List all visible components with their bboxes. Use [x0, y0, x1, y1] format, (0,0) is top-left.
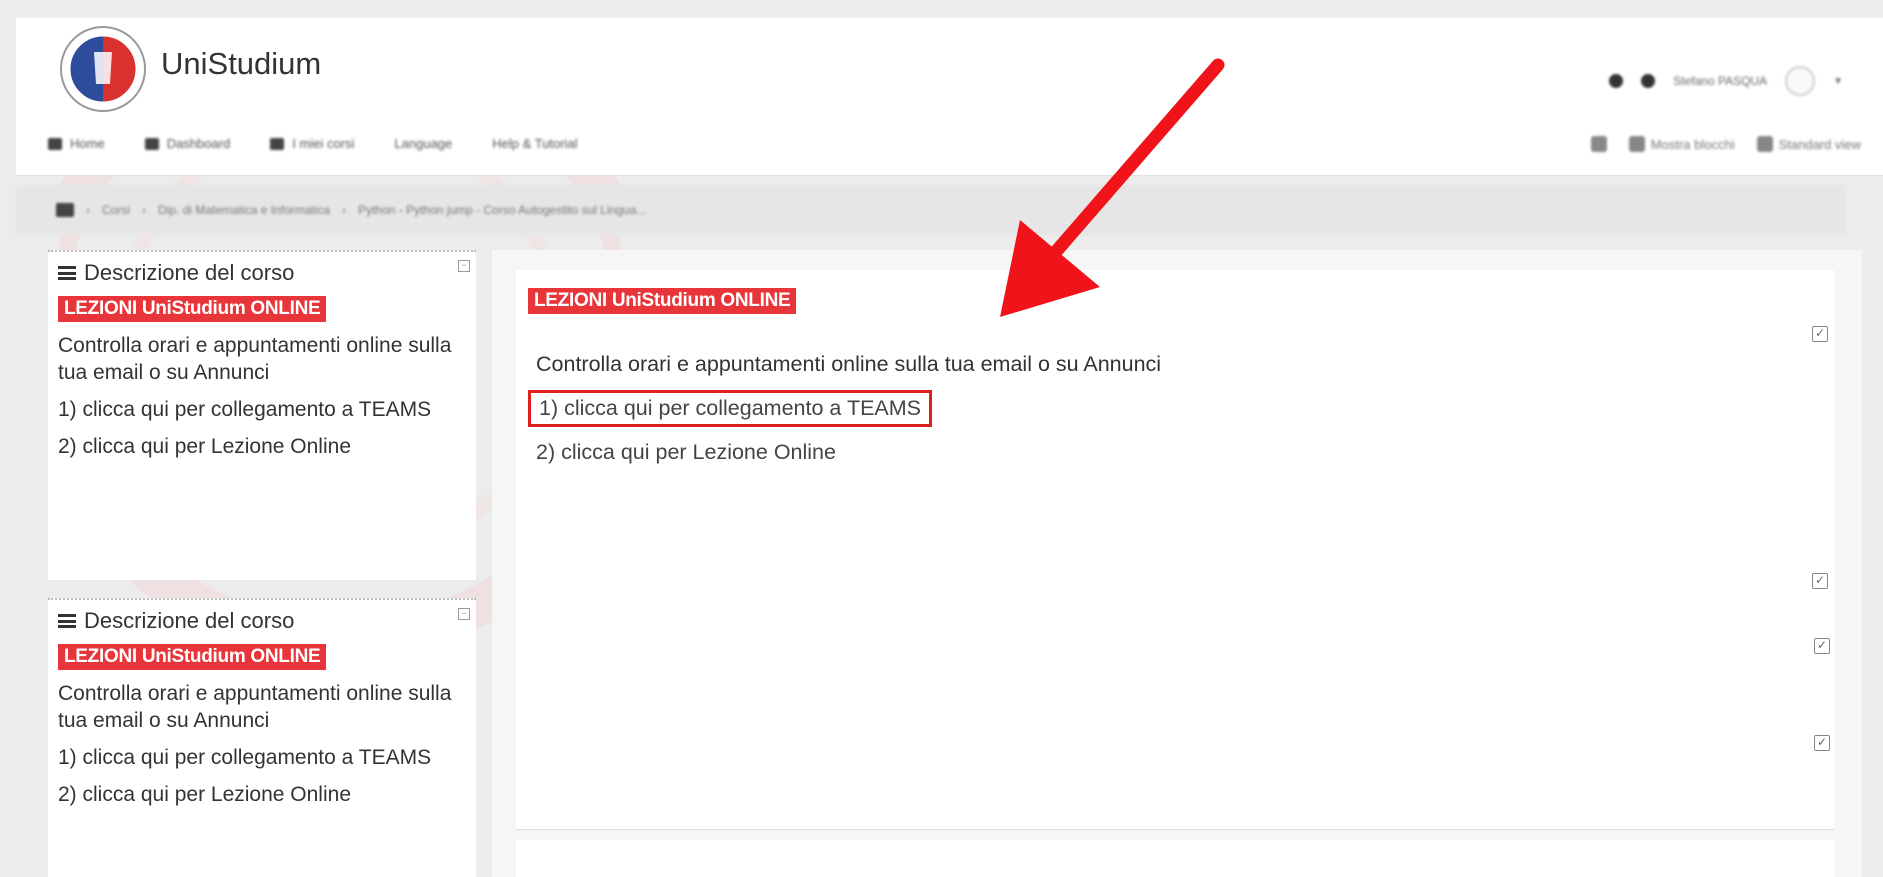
course-description-block: Descrizione del corso − LEZIONI UniStudi… [48, 250, 476, 580]
course-section [516, 840, 1834, 877]
standard-view-button[interactable]: Standard view [1756, 136, 1861, 152]
pencil-icon [1756, 136, 1773, 152]
checkbox-icon[interactable]: ✓ [1812, 326, 1828, 342]
checkbox-icon[interactable]: ✓ [1812, 573, 1828, 589]
nav-my-courses[interactable]: I miei corsi [270, 136, 354, 151]
block-description: Controlla orari e appuntamenti online su… [58, 334, 452, 384]
collapse-icon[interactable]: − [458, 260, 470, 272]
arrow-annotation [1000, 58, 1225, 317]
breadcrumb-item[interactable]: Python - Python jump - Corso Autogestito… [358, 203, 646, 217]
block-title: Descrizione del corso [84, 608, 295, 633]
nav-home[interactable]: Home [48, 136, 105, 151]
block-header: Descrizione del corso [58, 608, 466, 634]
main-nav: Home Dashboard I miei corsi Language Hel… [48, 136, 578, 151]
chat-icon[interactable] [1641, 74, 1656, 88]
chevron-down-icon[interactable]: ▼ [1833, 76, 1843, 87]
user-name[interactable]: Stefano PASQUA [1673, 74, 1767, 88]
online-lesson-link[interactable]: 2) clicca qui per Lezione Online [58, 433, 466, 460]
course-content: LEZIONI UniStudium ONLINE Controlla orar… [492, 250, 1862, 877]
view-toolbar: Mostra blocchi Standard view [1590, 136, 1861, 152]
course-description-block: Descrizione del corso − LEZIONI UniStudi… [48, 598, 476, 877]
course-section: LEZIONI UniStudium ONLINE Controlla orar… [516, 270, 1834, 830]
home-icon[interactable] [56, 203, 74, 217]
university-logo [60, 26, 146, 112]
checkbox-icon[interactable]: ✓ [1814, 735, 1830, 751]
teams-link[interactable]: 1) clicca qui per collegamento a TEAMS [58, 744, 466, 771]
block-description: Controlla orari e appuntamenti online su… [58, 682, 452, 732]
block-title: Descrizione del corso [84, 260, 295, 285]
dashboard-icon [144, 137, 159, 150]
show-blocks-button[interactable]: Mostra blocchi [1628, 136, 1735, 152]
section-description: Controlla orari e appuntamenti online su… [536, 352, 1162, 376]
block-header: Descrizione del corso [58, 260, 466, 286]
lessons-online-label: LEZIONI UniStudium ONLINE [528, 288, 797, 314]
lessons-online-label: LEZIONI UniStudium ONLINE [58, 644, 327, 670]
menu-icon[interactable] [58, 614, 76, 628]
courses-icon [270, 137, 285, 150]
nav-dashboard[interactable]: Dashboard [144, 136, 230, 151]
nav-language[interactable]: Language [394, 136, 452, 151]
online-lesson-link[interactable]: 2) clicca qui per Lezione Online [536, 440, 836, 465]
avatar[interactable] [1785, 66, 1816, 96]
breadcrumb-item[interactable]: Dip. di Matematica e Informatica [158, 203, 330, 217]
site-header: UniStudium Stefano PASQUA ▼ Home Dashboa… [16, 18, 1883, 176]
home-icon [48, 137, 62, 150]
collapse-icon[interactable]: − [458, 608, 470, 620]
nav-help[interactable]: Help & Tutorial [492, 136, 577, 151]
site-name[interactable]: UniStudium [161, 46, 321, 82]
settings-menu[interactable] [1590, 136, 1607, 152]
checkbox-icon[interactable]: ✓ [1814, 638, 1830, 654]
menu-icon[interactable] [58, 266, 76, 280]
blocks-icon [1628, 136, 1645, 152]
teams-link-highlighted[interactable]: 1) clicca qui per collegamento a TEAMS [528, 390, 933, 427]
bell-icon[interactable] [1609, 74, 1624, 88]
teams-link[interactable]: 1) clicca qui per collegamento a TEAMS [58, 396, 466, 423]
online-lesson-link[interactable]: 2) clicca qui per Lezione Online [58, 781, 466, 808]
user-toolbar: Stefano PASQUA ▼ [1609, 66, 1843, 96]
gear-icon [1590, 136, 1607, 152]
breadcrumb: › Corsi › Dip. di Matematica e Informati… [16, 185, 1846, 235]
lessons-online-label: LEZIONI UniStudium ONLINE [58, 296, 327, 322]
breadcrumb-item[interactable]: Corsi [102, 203, 130, 217]
